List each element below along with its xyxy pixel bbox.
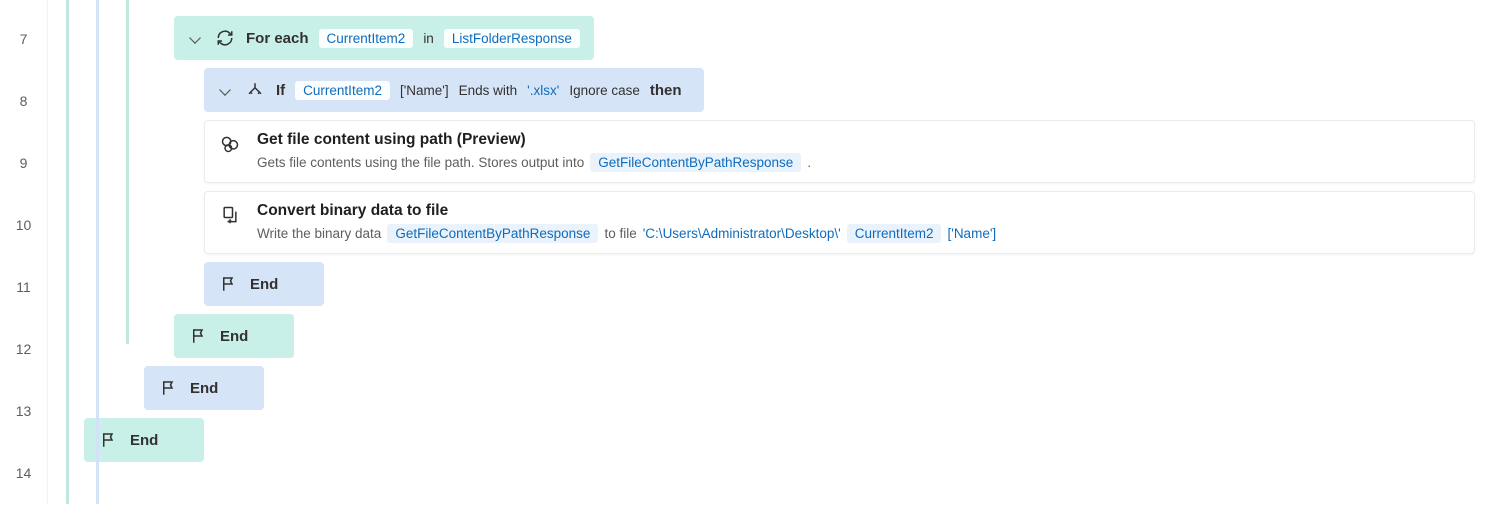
action-title: Convert binary data to file (257, 202, 1460, 220)
string-literal: '.xlsx' (527, 83, 559, 98)
flag-icon (158, 377, 180, 399)
collapse-toggle-icon[interactable] (189, 32, 201, 44)
if-keyword: If (276, 82, 285, 99)
line-number: 9 (0, 132, 47, 194)
action-description: Write the binary data (257, 226, 381, 241)
action-description-suffix: . (807, 155, 811, 170)
variable-token[interactable]: ListFolderResponse (444, 29, 580, 48)
to-file-text: to file (604, 226, 636, 241)
loop-icon (214, 27, 236, 49)
line-number: 7 (0, 8, 47, 70)
variable-token[interactable]: CurrentItem2 (295, 81, 390, 100)
flag-text: Ignore case (569, 83, 640, 98)
end-label: End (220, 328, 248, 345)
flag-icon (188, 325, 210, 347)
flag-icon (218, 273, 240, 295)
end-label: End (190, 380, 218, 397)
end-if-block[interactable]: End (204, 262, 324, 306)
line-number: 8 (0, 70, 47, 132)
nesting-rail (66, 0, 69, 504)
flow-canvas: For each CurrentItem2 in ListFolderRespo… (48, 0, 1491, 504)
end-label: End (130, 432, 158, 449)
if-block[interactable]: If CurrentItem2 ['Name'] Ends with '.xls… (204, 68, 704, 112)
action-convert-binary[interactable]: Convert binary data to file Write the bi… (204, 191, 1475, 254)
line-number: 10 (0, 194, 47, 256)
flag-icon (98, 429, 120, 451)
end-block[interactable]: End (84, 418, 204, 462)
end-foreach-block[interactable]: End (174, 314, 294, 358)
for-each-block[interactable]: For each CurrentItem2 in ListFolderRespo… (174, 16, 594, 60)
for-each-keyword: For each (246, 30, 309, 47)
file-download-icon (219, 204, 241, 226)
property-accessor: ['Name'] (947, 226, 996, 241)
line-number: 12 (0, 318, 47, 380)
variable-token[interactable]: CurrentItem2 (319, 29, 414, 48)
variable-token[interactable]: CurrentItem2 (847, 224, 942, 243)
collapse-toggle-icon[interactable] (219, 84, 231, 96)
action-title: Get file content using path (Preview) (257, 131, 1460, 149)
nesting-rail (126, 0, 129, 344)
action-get-file-content[interactable]: Get file content using path (Preview) Ge… (204, 120, 1475, 183)
operator-text: Ends with (459, 83, 518, 98)
variable-token[interactable]: GetFileContentByPathResponse (387, 224, 598, 243)
sharepoint-icon (219, 133, 241, 155)
variable-token[interactable]: GetFileContentByPathResponse (590, 153, 801, 172)
in-keyword: in (423, 31, 434, 46)
end-block[interactable]: End (144, 366, 264, 410)
action-description: Gets file contents using the file path. … (257, 155, 584, 170)
line-number: 14 (0, 442, 47, 504)
line-number: 13 (0, 380, 47, 442)
string-literal: 'C:\Users\Administrator\Desktop\' (643, 226, 841, 241)
then-keyword: then (650, 82, 682, 99)
nesting-rail (96, 0, 99, 504)
end-label: End (250, 276, 278, 293)
line-number: 11 (0, 256, 47, 318)
property-accessor: ['Name'] (400, 83, 449, 98)
gutter: 7 8 9 10 11 12 13 14 (0, 0, 48, 504)
branch-icon (244, 79, 266, 101)
